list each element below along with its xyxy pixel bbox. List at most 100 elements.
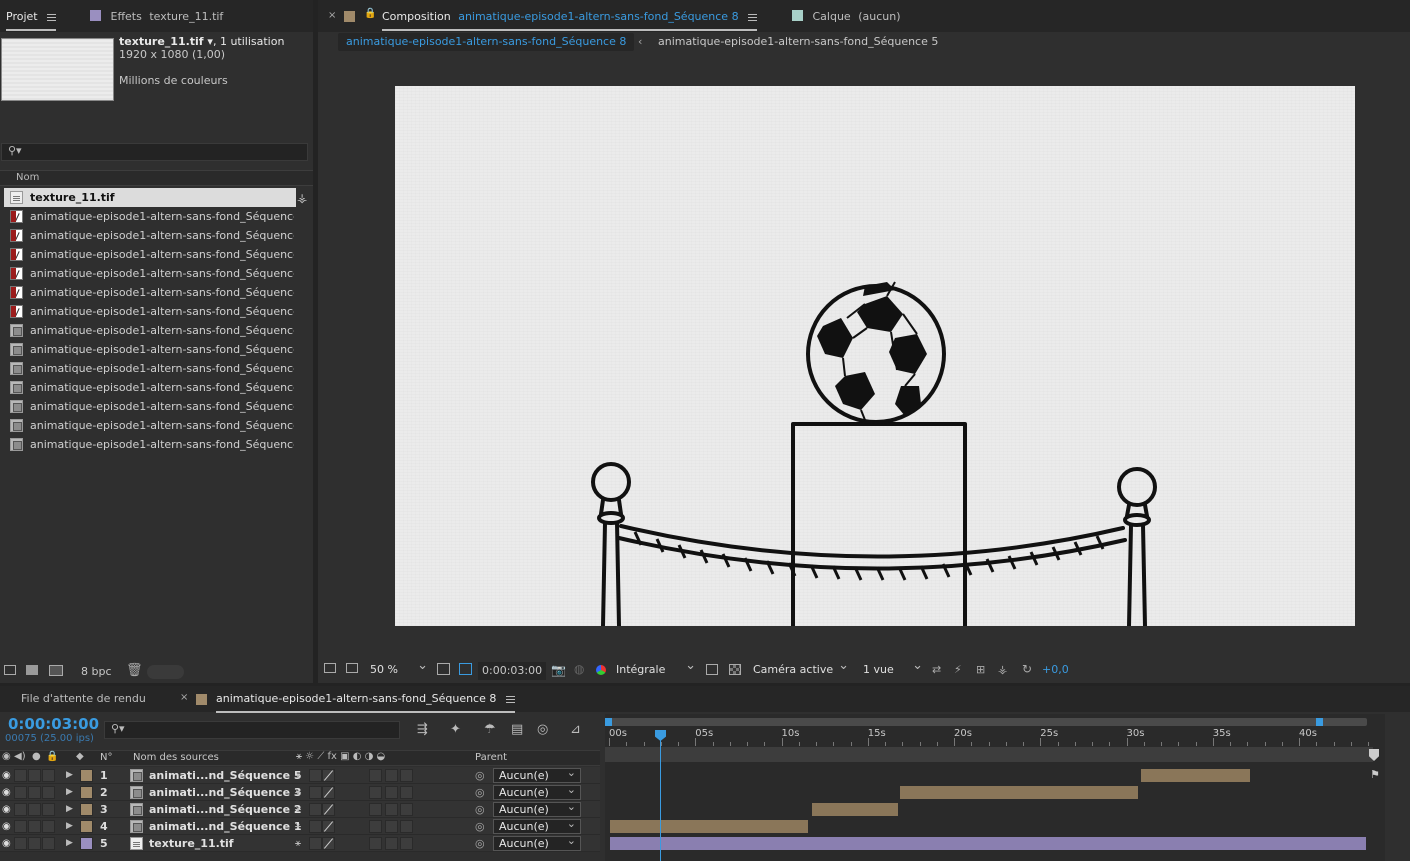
toggle-pixel-icon[interactable]: ⇄ bbox=[932, 663, 941, 676]
layer-duration-bar[interactable] bbox=[810, 802, 899, 817]
expand-twirl-icon[interactable]: ▶ bbox=[66, 835, 73, 852]
layer-duration-bar[interactable] bbox=[609, 836, 1367, 851]
fast-preview-icon[interactable]: ⚡ bbox=[954, 663, 962, 676]
tab-timeline-comp[interactable]: animatique-episode1-altern-sans-fond_Séq… bbox=[216, 690, 515, 713]
graph-editor-icon[interactable]: ⊿ bbox=[570, 722, 581, 737]
solo-toggle[interactable] bbox=[28, 769, 41, 782]
lock-toggle[interactable] bbox=[42, 803, 55, 816]
layer-row[interactable]: ◉ ▶ 4 animati...nd_Séquence 1 ⚹ ◎ Aucun(e) bbox=[0, 817, 600, 835]
adjustment-switch[interactable] bbox=[385, 837, 398, 850]
shy-switch-icon[interactable]: ⚹ bbox=[295, 767, 301, 784]
quality-switch[interactable] bbox=[322, 769, 335, 782]
timeline-panel-menu-icon[interactable] bbox=[505, 695, 515, 703]
project-item[interactable]: animatique-episode1-altern-sans-fond_Séq… bbox=[4, 302, 294, 321]
motion-blur-switch[interactable] bbox=[369, 837, 382, 850]
timecode-display[interactable]: 0:00:03:00 bbox=[478, 662, 547, 680]
parent-pickwhip-icon[interactable]: ◎ bbox=[475, 767, 485, 784]
label-color-swatch[interactable] bbox=[80, 820, 93, 833]
label-color-swatch[interactable] bbox=[80, 786, 93, 799]
timeline-graph-area[interactable]: 00s 05s 10s 15s 20s 25s 30s 35s 40s ⚑ bbox=[605, 714, 1385, 861]
layer-source-name[interactable]: animati...nd_Séquence 3 bbox=[149, 784, 302, 801]
trash-icon[interactable]: 🗑 bbox=[126, 663, 143, 678]
project-item[interactable]: animatique-episode1-altern-sans-fond_Séq… bbox=[4, 264, 294, 283]
lock-icon[interactable]: 🔒 bbox=[364, 8, 376, 19]
col-source[interactable]: Nom des sources bbox=[133, 752, 219, 763]
draft-3d-icon[interactable]: ✦ bbox=[450, 722, 461, 737]
parent-select[interactable]: Aucun(e) bbox=[493, 800, 581, 817]
motion-blur-icon[interactable]: ◎ bbox=[537, 722, 548, 737]
flowchart-view-icon[interactable]: ⚶ bbox=[998, 663, 1007, 676]
tab-layer[interactable]: Calque (aucun) bbox=[792, 8, 901, 26]
solo-toggle[interactable] bbox=[28, 820, 41, 833]
close-tab-icon[interactable]: × bbox=[328, 10, 336, 21]
tab-effects[interactable]: Effets texture_11.tif bbox=[90, 8, 223, 26]
new-folder-icon[interactable] bbox=[26, 665, 38, 675]
layer-duration-bar[interactable] bbox=[1140, 768, 1251, 783]
lock-toggle[interactable] bbox=[42, 837, 55, 850]
always-preview-icon[interactable] bbox=[324, 663, 336, 673]
parent-pickwhip-icon[interactable]: ◎ bbox=[475, 801, 485, 818]
label-color-swatch[interactable] bbox=[80, 769, 93, 782]
3d-switch[interactable] bbox=[400, 786, 413, 799]
work-area-start-handle[interactable] bbox=[605, 718, 612, 726]
solo-toggle[interactable] bbox=[28, 803, 41, 816]
frame-blending-icon[interactable]: ▤ bbox=[511, 722, 523, 737]
parent-select[interactable]: Aucun(e) bbox=[493, 817, 581, 834]
3d-switch[interactable] bbox=[400, 769, 413, 782]
interpret-footage-icon[interactable] bbox=[4, 665, 16, 675]
project-item[interactable]: animatique-episode1-altern-sans-fond_Séq… bbox=[4, 397, 294, 416]
flowchart-icon[interactable]: ⚶ bbox=[297, 191, 307, 205]
parent-pickwhip-icon[interactable]: ◎ bbox=[475, 818, 485, 835]
3d-switch[interactable] bbox=[400, 820, 413, 833]
region-of-interest-icon[interactable] bbox=[706, 664, 718, 675]
visibility-eye-icon[interactable]: ◉ bbox=[2, 767, 11, 784]
time-ruler[interactable]: 00s 05s 10s 15s 20s 25s 30s 35s 40s bbox=[605, 728, 1369, 746]
audio-toggle[interactable] bbox=[14, 837, 27, 850]
column-name-header[interactable]: Nom bbox=[16, 172, 39, 183]
layer-row[interactable]: ◉ ▶ 3 animati...nd_Séquence 2 ⚹ ◎ Aucun(e) bbox=[0, 800, 600, 818]
adjustment-switch[interactable] bbox=[385, 820, 398, 833]
solo-toggle[interactable] bbox=[28, 786, 41, 799]
shy-switch-icon[interactable]: ⚹ bbox=[295, 835, 301, 852]
layer-duration-bar[interactable] bbox=[609, 819, 810, 834]
project-item[interactable]: animatique-episode1-altern-sans-fond_Séq… bbox=[4, 245, 294, 264]
adjustment-switch[interactable] bbox=[385, 769, 398, 782]
panel-menu-icon[interactable] bbox=[47, 13, 57, 21]
motion-blur-switch[interactable] bbox=[369, 769, 382, 782]
parent-pickwhip-icon[interactable]: ◎ bbox=[475, 835, 485, 852]
collapse-switch[interactable] bbox=[309, 820, 322, 833]
time-navigator[interactable] bbox=[605, 747, 1373, 762]
tab-project[interactable]: Projet bbox=[6, 8, 57, 31]
3d-switch[interactable] bbox=[400, 837, 413, 850]
viewer-area[interactable] bbox=[318, 55, 1410, 657]
project-item[interactable]: animatique-episode1-altern-sans-fond_Séq… bbox=[4, 416, 294, 435]
layer-row[interactable]: ◉ ▶ 1 animati...nd_Séquence 5 ⚹ ◎ Aucun(e) bbox=[0, 766, 600, 784]
collapse-switch[interactable] bbox=[309, 803, 322, 816]
shy-switch-icon[interactable]: ⚹ bbox=[295, 801, 301, 818]
label-color-swatch[interactable] bbox=[80, 837, 93, 850]
layer-duration-bar[interactable] bbox=[898, 785, 1139, 800]
close-timeline-tab-icon[interactable]: × bbox=[180, 692, 188, 703]
tab-render-queue[interactable]: File d'attente de rendu bbox=[21, 692, 146, 705]
col-parent[interactable]: Parent bbox=[475, 752, 507, 763]
views-select[interactable]: 1 vue bbox=[863, 658, 925, 678]
search-input[interactable]: ⚲▾ bbox=[1, 143, 308, 161]
comp-panel-menu-icon[interactable] bbox=[748, 13, 758, 21]
visibility-eye-icon[interactable]: ◉ bbox=[2, 784, 11, 801]
work-area-bar[interactable] bbox=[605, 718, 1367, 726]
expand-twirl-icon[interactable]: ▶ bbox=[66, 767, 73, 784]
visibility-eye-icon[interactable]: ◉ bbox=[2, 818, 11, 835]
layer-source-name[interactable]: texture_11.tif bbox=[149, 835, 234, 852]
parent-pickwhip-icon[interactable]: ◎ bbox=[475, 784, 485, 801]
project-item[interactable]: texture_11.tif bbox=[4, 188, 296, 207]
parent-select[interactable]: Aucun(e) bbox=[493, 834, 581, 851]
current-time[interactable]: 0:00:03:00 bbox=[8, 715, 99, 733]
motion-blur-switch[interactable] bbox=[369, 786, 382, 799]
shy-switch-icon[interactable]: ⚹ bbox=[295, 784, 301, 801]
safe-areas-icon[interactable] bbox=[437, 663, 450, 675]
solo-toggle[interactable] bbox=[28, 837, 41, 850]
resolution-select[interactable]: Intégrale bbox=[616, 658, 698, 678]
lock-toggle[interactable] bbox=[42, 820, 55, 833]
bpc-label[interactable]: 8 bpc bbox=[81, 665, 112, 678]
project-item[interactable]: animatique-episode1-altern-sans-fond_Séq… bbox=[4, 226, 294, 245]
